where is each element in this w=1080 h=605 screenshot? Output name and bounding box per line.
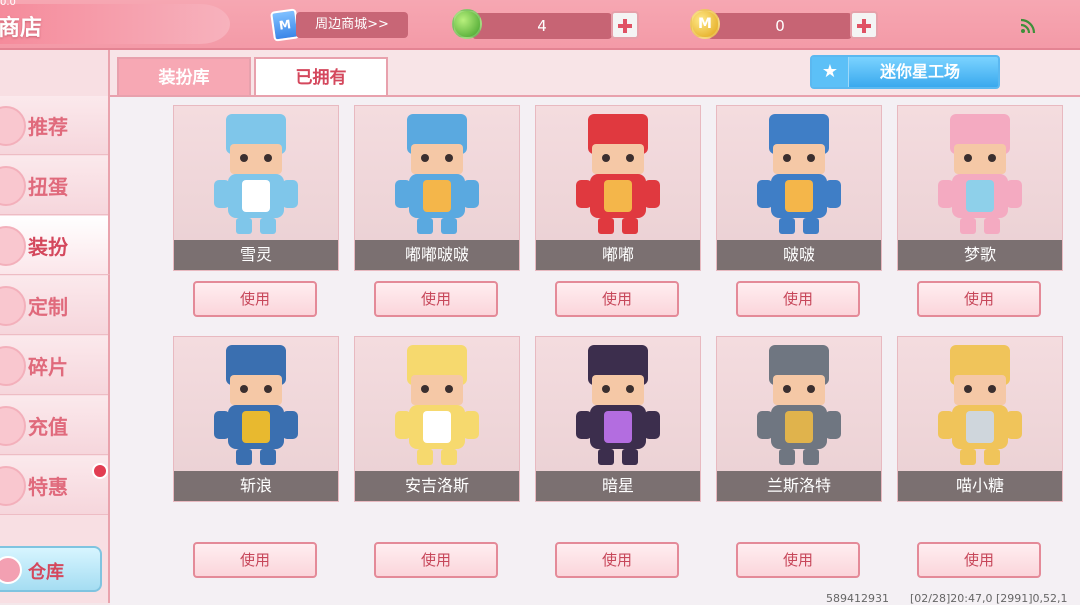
- recharge-icon: [0, 406, 26, 446]
- skin-name: 梦歌: [898, 240, 1062, 270]
- page-title: 商店: [0, 16, 43, 41]
- use-skin-button[interactable]: 使用: [374, 542, 498, 578]
- tab-owned[interactable]: 已拥有: [254, 57, 388, 95]
- skin-card[interactable]: 斩浪: [173, 336, 339, 502]
- merch-mall-button[interactable]: 周边商城>>: [296, 12, 408, 38]
- outfit-icon: [0, 226, 26, 266]
- skin-card[interactable]: 喵小糖: [897, 336, 1063, 502]
- notification-dot: [92, 463, 108, 479]
- mini-bean-balance: 4: [472, 13, 612, 39]
- skin-name: 雪灵: [174, 240, 338, 270]
- category-sidebar: 推荐 扭蛋 装扮 定制 碎片 充值 特惠: [0, 50, 111, 603]
- star-icon: ★: [821, 61, 839, 82]
- skin-preview: [536, 337, 700, 471]
- sidebar-item-recharge[interactable]: 充值: [0, 396, 108, 455]
- debug-info: [02/28]20:47,0 [2991]0,52,1: [910, 592, 1068, 605]
- use-skin-button[interactable]: 使用: [555, 281, 679, 317]
- skin-card[interactable]: 兰斯洛特: [716, 336, 882, 502]
- use-skin-button[interactable]: 使用: [193, 542, 317, 578]
- use-skin-button[interactable]: 使用: [917, 542, 1041, 578]
- skin-card[interactable]: 啵啵: [716, 105, 882, 271]
- use-skin-button[interactable]: 使用: [374, 281, 498, 317]
- gift-icon: [0, 466, 26, 506]
- mini-star-workshop-button[interactable]: ★ 迷你星工场: [810, 55, 1000, 89]
- use-skin-button[interactable]: 使用: [736, 542, 860, 578]
- mini-coin-balance: 0: [708, 13, 852, 39]
- custom-icon: [0, 286, 26, 326]
- skin-name: 啵啵: [717, 240, 881, 270]
- skin-card[interactable]: 嘟嘟啵啵: [354, 105, 520, 271]
- mini-coin-icon: M: [690, 9, 720, 39]
- sidebar-item-outfits[interactable]: 装扮: [0, 216, 111, 275]
- skin-preview: [717, 106, 881, 240]
- user-id: 589412931: [826, 592, 889, 605]
- warehouse-icon: [0, 556, 22, 584]
- skin-preview: [355, 337, 519, 471]
- fragment-icon: [0, 346, 26, 386]
- top-bar: 商店 0.0 M 周边商城>> 4 0 M: [0, 0, 1080, 50]
- skin-name: 兰斯洛特: [717, 471, 881, 501]
- sidebar-item-specials[interactable]: 特惠: [0, 456, 108, 515]
- mini-bean-icon: [452, 9, 482, 39]
- skin-preview: [174, 106, 338, 240]
- use-skin-button[interactable]: 使用: [736, 281, 860, 317]
- version-label: 0.0: [0, 0, 16, 8]
- skin-preview: [717, 337, 881, 471]
- skin-preview: [898, 106, 1062, 240]
- skin-preview: [174, 337, 338, 471]
- skin-name: 安吉洛斯: [355, 471, 519, 501]
- skin-card[interactable]: 嘟嘟: [535, 105, 701, 271]
- sidebar-item-fragments[interactable]: 碎片: [0, 336, 108, 395]
- feed-icon: [1020, 18, 1036, 34]
- capsule-icon: [0, 166, 26, 206]
- skin-name: 暗星: [536, 471, 700, 501]
- tab-outfit-library[interactable]: 装扮库: [117, 57, 251, 95]
- shop-title-banner: 商店: [0, 4, 230, 44]
- sidebar-item-recommend[interactable]: 推荐: [0, 96, 108, 155]
- skin-card[interactable]: 雪灵: [173, 105, 339, 271]
- skin-name: 嘟嘟啵啵: [355, 240, 519, 270]
- star-icon: [0, 106, 26, 146]
- skin-name: 嘟嘟: [536, 240, 700, 270]
- use-skin-button[interactable]: 使用: [555, 542, 679, 578]
- skin-preview: [355, 106, 519, 240]
- use-skin-button[interactable]: 使用: [193, 281, 317, 317]
- skin-card[interactable]: 暗星: [535, 336, 701, 502]
- skin-name: 喵小糖: [898, 471, 1062, 501]
- add-mini-bean-button[interactable]: [611, 11, 639, 39]
- use-skin-button[interactable]: 使用: [917, 281, 1041, 317]
- sidebar-item-gacha[interactable]: 扭蛋: [0, 156, 108, 215]
- skin-name: 斩浪: [174, 471, 338, 501]
- sidebar-item-custom[interactable]: 定制: [0, 276, 108, 335]
- add-mini-coin-button[interactable]: [850, 11, 878, 39]
- skin-card[interactable]: 安吉洛斯: [354, 336, 520, 502]
- warehouse-button[interactable]: 仓库: [0, 546, 102, 592]
- skin-card[interactable]: 梦歌: [897, 105, 1063, 271]
- skin-preview: [536, 106, 700, 240]
- skin-preview: [898, 337, 1062, 471]
